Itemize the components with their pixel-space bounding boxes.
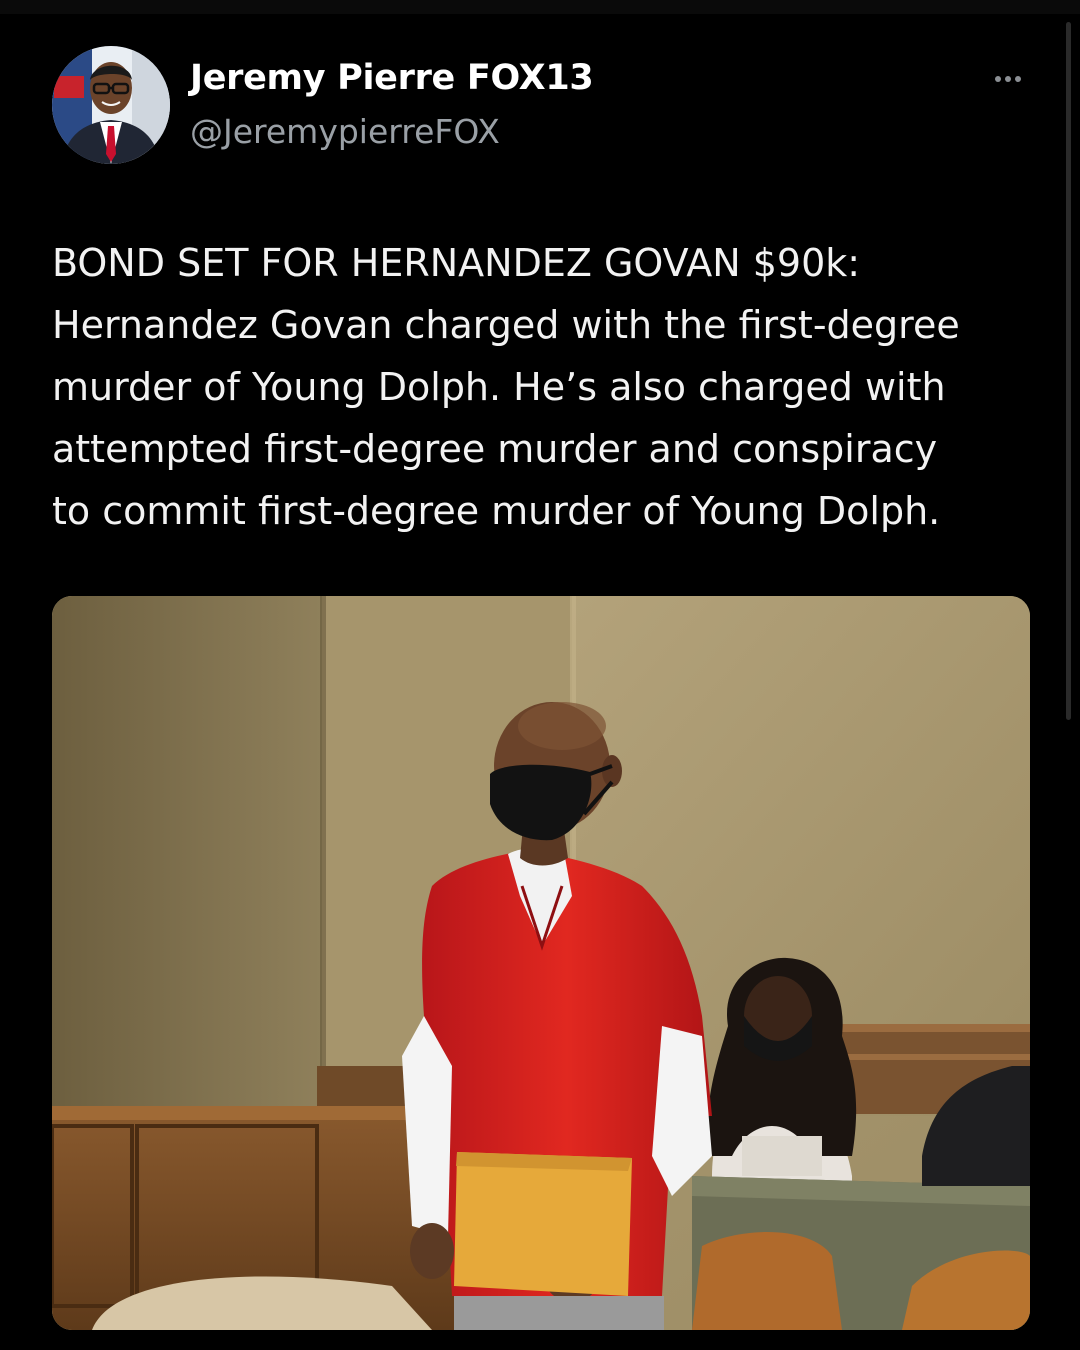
avatar-image: [52, 46, 170, 164]
tweet-photo[interactable]: [52, 596, 1030, 1330]
scrollbar[interactable]: [1066, 22, 1071, 720]
tweet-text: BOND SET FOR HERNANDEZ GOVAN $90k: Herna…: [52, 241, 960, 533]
top-bar: [0, 0, 1080, 14]
author-name[interactable]: Jeremy Pierre FOX13: [190, 58, 594, 98]
author-avatar[interactable]: [52, 46, 170, 164]
dot-icon: [1015, 76, 1021, 82]
more-options-icon[interactable]: [986, 64, 1030, 94]
dot-icon: [1005, 76, 1011, 82]
author-handle[interactable]: @JeremypierreFOX: [190, 112, 500, 151]
courtroom-photo: [52, 596, 1030, 1330]
dot-icon: [995, 76, 1001, 82]
